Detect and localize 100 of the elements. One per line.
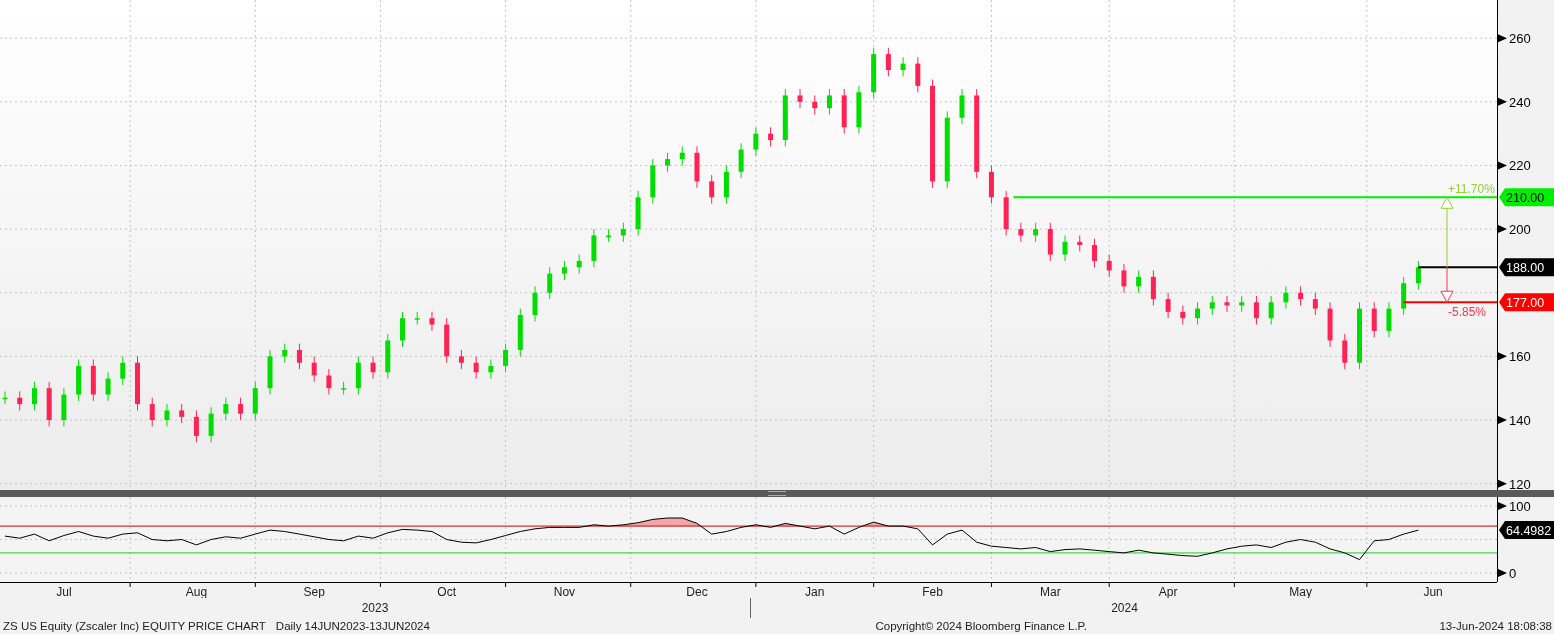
candlestick bbox=[1239, 295, 1245, 313]
axis-tick: 140 bbox=[1498, 413, 1531, 428]
candlestick bbox=[238, 397, 244, 421]
axis-tick: 100 bbox=[1498, 499, 1531, 514]
percent-change-label: +11.70% bbox=[1448, 182, 1495, 197]
candlestick bbox=[1165, 292, 1171, 319]
candlestick bbox=[1357, 301, 1362, 370]
candlestick bbox=[400, 311, 405, 348]
y-tick-label: 240 bbox=[1509, 94, 1531, 110]
month-label: Dec bbox=[686, 585, 708, 598]
candlestick bbox=[1415, 260, 1421, 291]
month-label: Mar bbox=[1040, 585, 1061, 598]
candlestick bbox=[532, 285, 538, 322]
candlestick bbox=[1298, 285, 1304, 306]
candlestick bbox=[135, 355, 140, 411]
axis-tick: 0 bbox=[1498, 566, 1517, 581]
candlestick bbox=[1195, 301, 1201, 326]
candlestick bbox=[1121, 263, 1127, 294]
candlestick bbox=[267, 349, 273, 396]
axis-tick: 220 bbox=[1498, 158, 1531, 174]
candlestick bbox=[1312, 292, 1318, 316]
candlestick bbox=[738, 142, 744, 179]
candlestick bbox=[856, 85, 862, 135]
candlestick bbox=[1327, 301, 1333, 348]
candlestick bbox=[768, 126, 774, 147]
candlestick bbox=[223, 397, 229, 421]
candlestick bbox=[620, 222, 626, 243]
candlestick bbox=[503, 343, 509, 373]
candlestick bbox=[120, 355, 126, 386]
year-label: 2023 bbox=[361, 601, 389, 615]
candlestick bbox=[1268, 295, 1274, 326]
month-label: Sep bbox=[303, 585, 325, 598]
candlestick bbox=[429, 311, 435, 332]
candlestick bbox=[2, 390, 8, 405]
copyright-text: Copyright© 2024 Bloomberg Finance L.P. bbox=[875, 620, 1087, 632]
candlestick bbox=[606, 228, 612, 243]
y-tick-label: 100 bbox=[1509, 498, 1531, 514]
y-tick-label: 160 bbox=[1509, 349, 1531, 365]
y-tick-label: 220 bbox=[1509, 158, 1531, 174]
candlestick bbox=[959, 88, 965, 125]
timestamp: 13-Jun-2024 18:08:38 bbox=[1439, 620, 1552, 632]
month-label: Oct bbox=[437, 585, 456, 598]
candlestick bbox=[1092, 238, 1097, 268]
axis-tick: 200 bbox=[1498, 222, 1531, 238]
candlestick bbox=[665, 152, 671, 173]
candlestick bbox=[1106, 254, 1112, 278]
candlestick bbox=[753, 126, 759, 157]
candlestick bbox=[1033, 222, 1039, 243]
candlestick bbox=[576, 254, 582, 275]
candlestick bbox=[1401, 276, 1407, 316]
axis-tick: 240 bbox=[1498, 94, 1531, 110]
percent-change-label: -5.85% bbox=[1448, 305, 1487, 320]
y-tick-label: 200 bbox=[1509, 222, 1531, 238]
axis-tick: 160 bbox=[1498, 349, 1531, 365]
candlestick bbox=[871, 47, 877, 100]
axis-tick: 260 bbox=[1498, 31, 1531, 47]
ref-line-label: 177.00 bbox=[1506, 295, 1545, 310]
axis-tick: 120 bbox=[1498, 476, 1531, 490]
candlestick bbox=[444, 317, 450, 364]
candlestick bbox=[635, 190, 641, 236]
month-label: Nov bbox=[553, 585, 576, 598]
month-label: May bbox=[1289, 585, 1312, 598]
candlestick bbox=[61, 387, 67, 427]
candlestick bbox=[988, 164, 994, 205]
candlestick bbox=[488, 359, 494, 380]
panel-splitter[interactable] bbox=[0, 490, 1554, 497]
candlestick bbox=[1136, 269, 1142, 294]
candlestick bbox=[296, 343, 302, 370]
candlestick bbox=[179, 403, 185, 424]
candlestick bbox=[1003, 190, 1009, 236]
candlestick bbox=[355, 355, 361, 396]
candlestick bbox=[164, 403, 170, 427]
candlestick bbox=[1047, 222, 1053, 262]
candlestick bbox=[812, 94, 818, 116]
candlestick bbox=[385, 333, 391, 380]
y-tick-label: 140 bbox=[1509, 413, 1531, 428]
candlestick bbox=[1386, 301, 1392, 338]
candlestick bbox=[1077, 234, 1083, 252]
ref-line-label: 188.00 bbox=[1506, 260, 1545, 275]
candlestick bbox=[885, 47, 891, 77]
candlestick bbox=[1253, 295, 1259, 326]
month-label: Aug bbox=[185, 585, 208, 598]
candlestick bbox=[1018, 222, 1024, 243]
price-tag: 64.4982 bbox=[1499, 521, 1554, 540]
candlestick bbox=[650, 158, 656, 205]
price-tag: 177.00 bbox=[1499, 293, 1554, 312]
date-range: Daily 14JUN2023-13JUN2024 bbox=[275, 620, 430, 632]
candlestick bbox=[149, 397, 155, 427]
candlestick bbox=[46, 381, 52, 427]
candlestick bbox=[341, 381, 347, 396]
candlestick bbox=[252, 381, 258, 421]
month-label: Jun bbox=[1423, 585, 1443, 598]
year-label: 2024 bbox=[1111, 601, 1138, 615]
candlestick bbox=[326, 368, 332, 396]
candlestick bbox=[517, 308, 523, 357]
candlestick bbox=[414, 311, 420, 326]
candlestick bbox=[827, 88, 832, 116]
ref-line-label: 210.00 bbox=[1506, 190, 1545, 205]
candlestick bbox=[1150, 269, 1156, 306]
candlestick bbox=[1371, 301, 1377, 338]
